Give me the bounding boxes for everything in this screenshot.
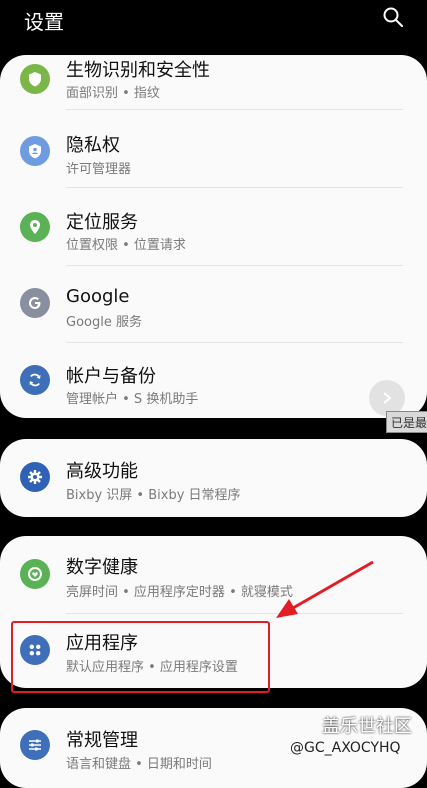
item-subtitle: Bixby 识屏 • Bixby 日常程序 bbox=[66, 488, 241, 503]
item-subtitle: 管理帐户 • S 换机助手 bbox=[66, 392, 199, 407]
search-icon[interactable] bbox=[383, 7, 403, 27]
watermark-handle: @GC_AXOCYHQ bbox=[290, 740, 401, 756]
item-subtitle: 面部识别 • 指纹 bbox=[66, 86, 160, 101]
watermark-brand: 盖乐世社区 bbox=[322, 716, 412, 737]
digital-wellbeing-item[interactable]: 数字健康 亮屏时间 • 应用程序定时器 • 就寝模式 bbox=[0, 536, 427, 614]
advanced-features-item[interactable]: 高级功能 Bixby 识屏 • Bixby 日常程序 bbox=[0, 439, 427, 515]
item-title: 数字健康 bbox=[66, 557, 138, 578]
privacy-icon bbox=[20, 136, 50, 166]
shield-icon bbox=[20, 64, 50, 94]
item-subtitle: Google 服务 bbox=[66, 315, 142, 330]
location-pin-icon bbox=[20, 212, 50, 242]
wellbeing-icon bbox=[20, 559, 50, 589]
location-item[interactable]: 定位服务 位置权限 • 位置请求 bbox=[0, 188, 427, 266]
item-subtitle: 位置权限 • 位置请求 bbox=[66, 238, 186, 253]
gear-plus-icon bbox=[20, 462, 50, 492]
chevron-right-icon bbox=[383, 392, 392, 404]
sync-icon bbox=[20, 365, 50, 395]
item-subtitle: 许可管理器 bbox=[66, 162, 132, 177]
sliders-icon bbox=[20, 730, 50, 760]
item-title: 定位服务 bbox=[66, 212, 138, 233]
tooltip: 已是最 bbox=[386, 411, 427, 433]
item-title: Google bbox=[66, 286, 130, 307]
highlight-box bbox=[11, 621, 270, 693]
accounts-backup-item[interactable]: 帐户与备份 管理帐户 • S 换机助手 bbox=[0, 344, 427, 418]
item-subtitle: 语言和键盘 • 日期和时间 bbox=[66, 757, 212, 772]
item-title: 帐户与备份 bbox=[66, 366, 156, 387]
settings-card-security: 生物识别和安全性 面部识别 • 指纹 隐私权 许可管理器 定位服务 位置权限 •… bbox=[0, 55, 427, 418]
item-title: 常规管理 bbox=[66, 730, 138, 751]
item-title: 隐私权 bbox=[66, 135, 120, 156]
google-item[interactable]: Google Google 服务 bbox=[0, 266, 427, 343]
item-title: 生物识别和安全性 bbox=[66, 60, 210, 81]
page-title: 设置 bbox=[24, 10, 64, 34]
top-bar: 设置 bbox=[0, 0, 427, 40]
divider bbox=[66, 109, 403, 110]
google-icon bbox=[20, 288, 50, 318]
divider bbox=[66, 342, 403, 343]
settings-card-advanced: 高级功能 Bixby 识屏 • Bixby 日常程序 bbox=[0, 439, 427, 517]
item-title: 高级功能 bbox=[66, 461, 138, 482]
item-subtitle: 亮屏时间 • 应用程序定时器 • 就寝模式 bbox=[66, 585, 293, 600]
privacy-item[interactable]: 隐私权 许可管理器 bbox=[0, 112, 427, 188]
